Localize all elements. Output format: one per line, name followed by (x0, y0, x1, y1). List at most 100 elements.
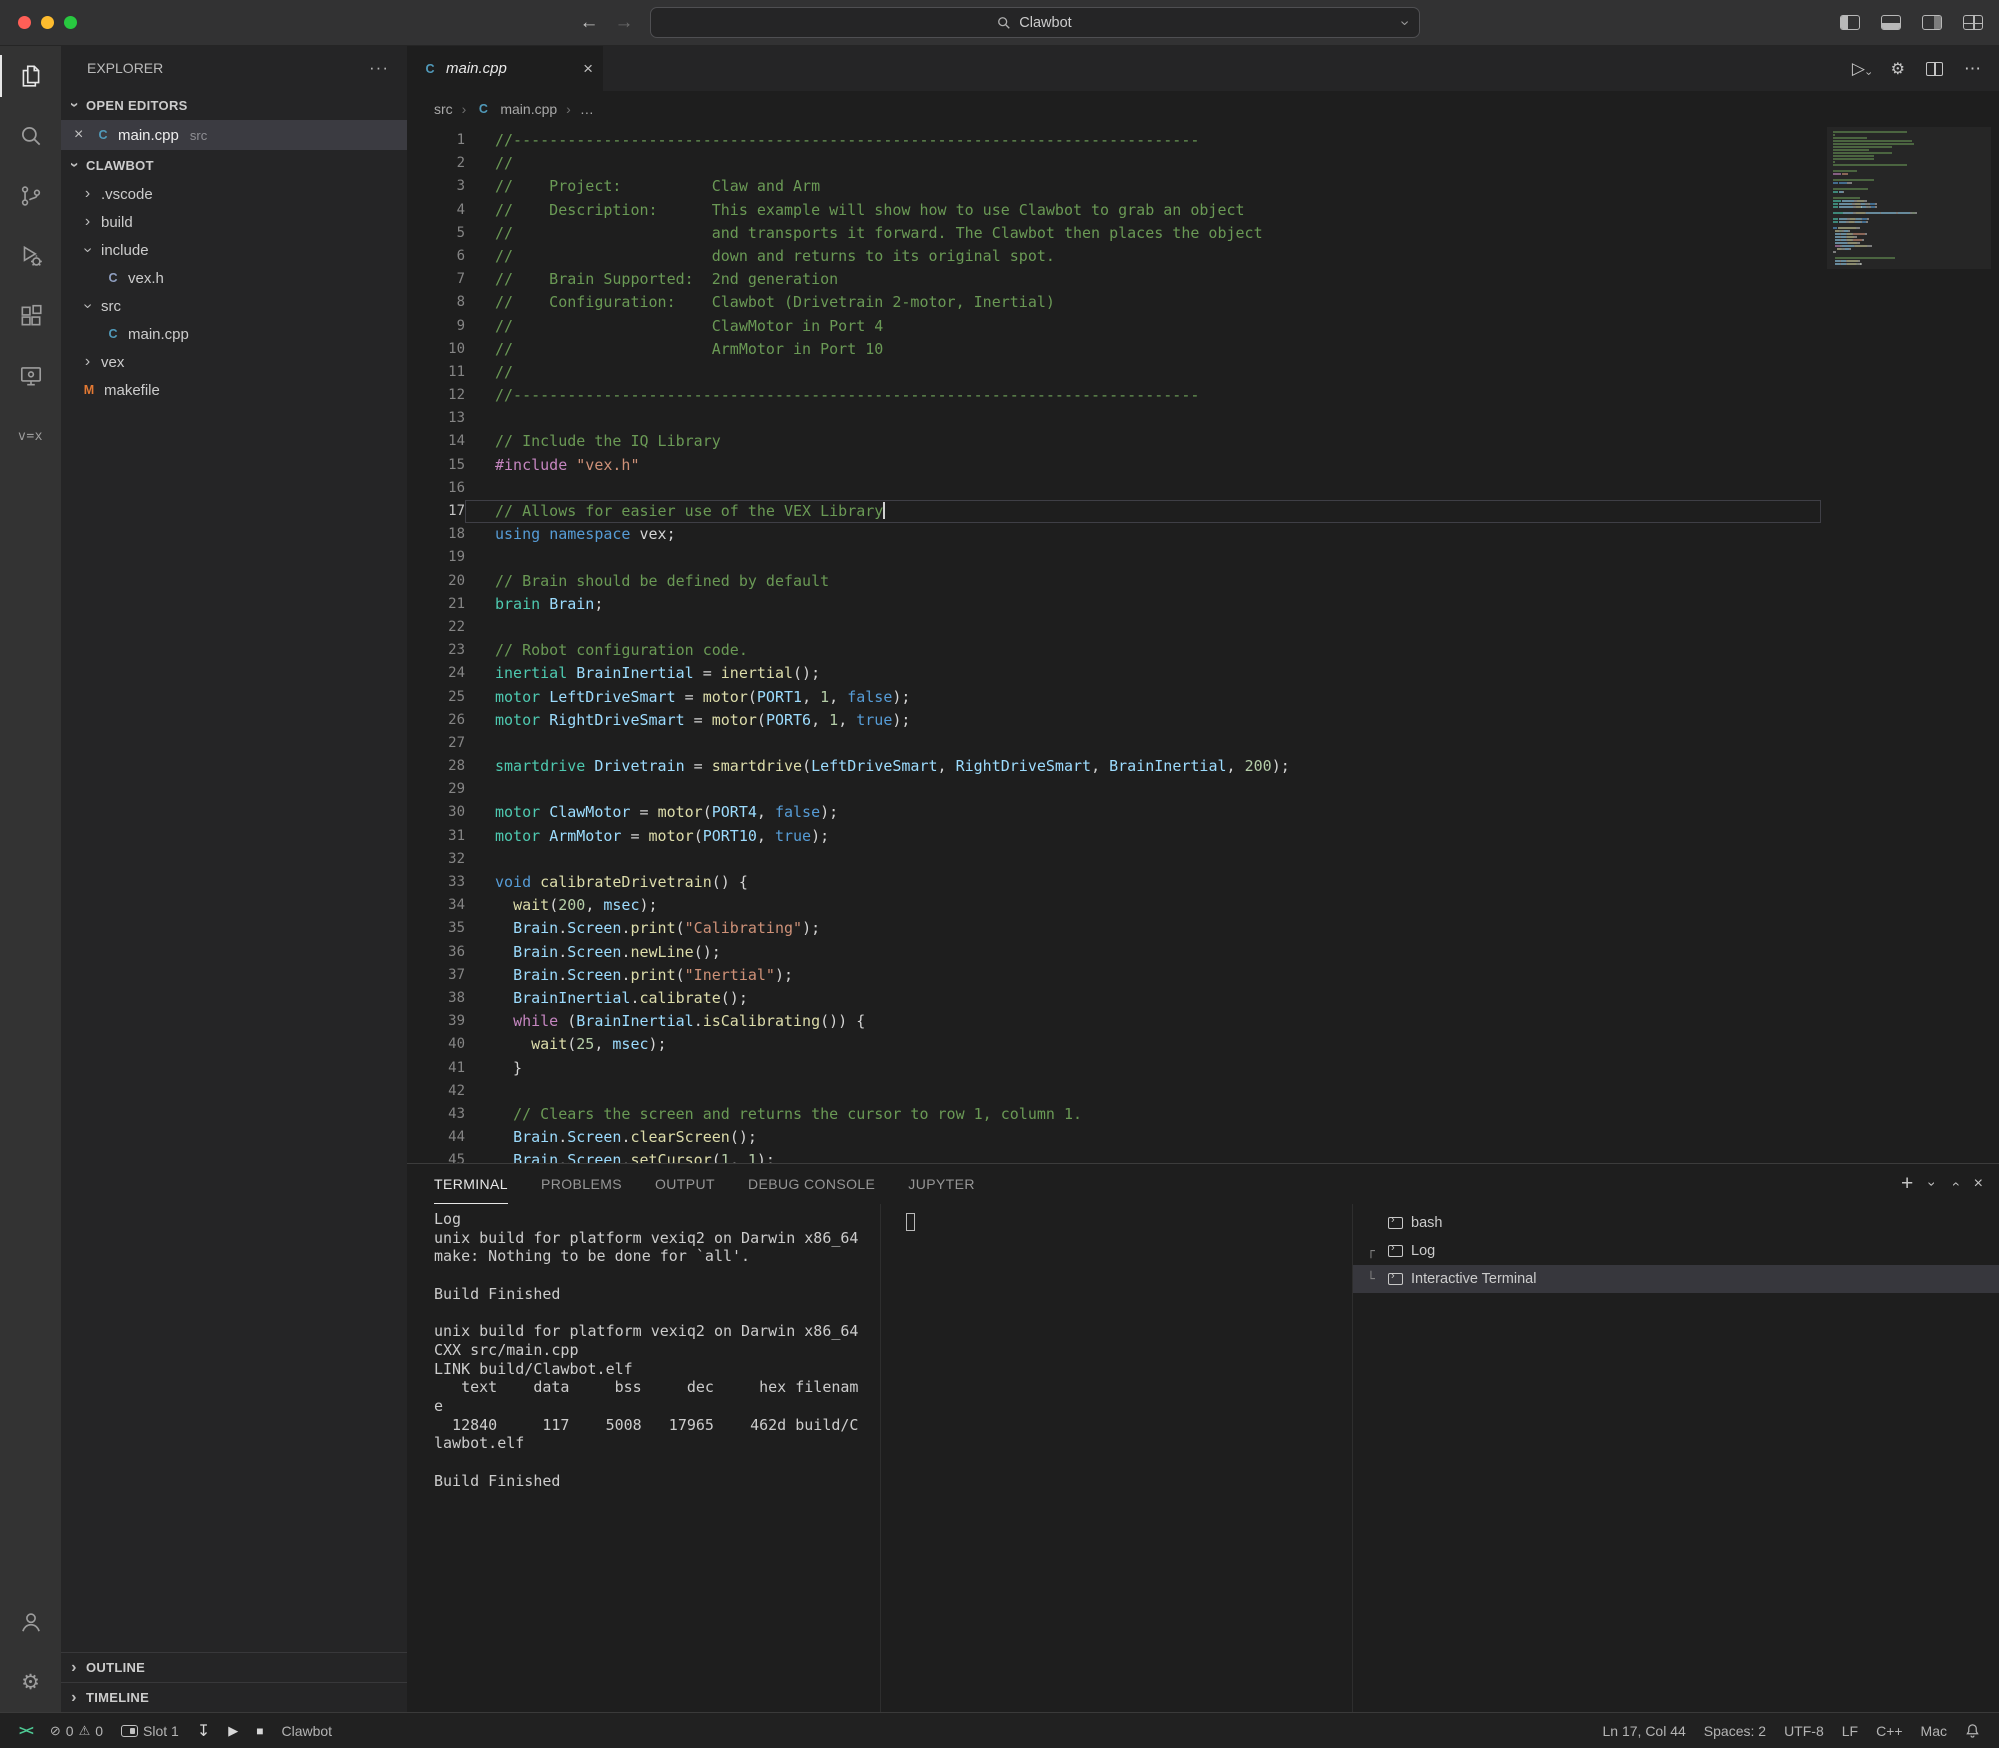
code-line[interactable]: 14// Include the IQ Library (407, 430, 1821, 453)
customize-layout-icon[interactable] (1963, 15, 1983, 30)
tree-item-vex[interactable]: › vex (61, 348, 407, 376)
code-line[interactable]: 5// and transports it forward. The Clawb… (407, 222, 1821, 245)
code-line[interactable]: 6// down and returns to its original spo… (407, 245, 1821, 268)
vex-play-button[interactable]: ▶ (219, 1713, 247, 1748)
tab-terminal[interactable]: TERMINAL (434, 1164, 508, 1204)
code-line[interactable]: 36 Brain.Screen.newLine(); (407, 941, 1821, 964)
forward-arrow-icon[interactable]: → (615, 12, 634, 34)
activity-explorer[interactable] (0, 46, 61, 106)
terminal-list-item-interactive-terminal[interactable]: └ Interactive Terminal (1353, 1265, 1999, 1293)
code-line[interactable]: 29 (407, 778, 1821, 801)
vex-download-button[interactable]: ↧ (188, 1713, 219, 1748)
code-line[interactable]: 41 } (407, 1057, 1821, 1080)
code-line[interactable]: 13 (407, 407, 1821, 430)
code-line[interactable]: 27 (407, 732, 1821, 755)
minimap[interactable] (1827, 127, 1991, 269)
activity-remote-explorer[interactable] (0, 346, 61, 406)
code-line[interactable]: 43 // Clears the screen and returns the … (407, 1103, 1821, 1126)
code-line[interactable]: 35 Brain.Screen.print("Calibrating"); (407, 917, 1821, 940)
tree-item-build[interactable]: › build (61, 208, 407, 236)
code-line[interactable]: 10// ArmMotor in Port 10 (407, 338, 1821, 361)
tree-item-include[interactable]: › include (61, 236, 407, 264)
activity-accounts[interactable] (0, 1592, 61, 1652)
terminal-list-item-bash[interactable]: bash (1353, 1209, 1999, 1237)
terminal-output[interactable]: Log unix build for platform vexiq2 on Dar… (407, 1204, 880, 1712)
timeline-section[interactable]: › TIMELINE (61, 1682, 407, 1712)
tab-main-cpp[interactable]: C main.cpp × (407, 46, 603, 91)
indentation[interactable]: Spaces: 2 (1695, 1713, 1775, 1748)
toggle-panel-icon[interactable] (1881, 15, 1901, 30)
code-line[interactable]: 38 BrainInertial.calibrate(); (407, 987, 1821, 1010)
tree-item-.vscode[interactable]: › .vscode (61, 180, 407, 208)
code-line[interactable]: 31 motor ArmMotor = motor(PORT10, true); (407, 825, 1821, 848)
chevron-down-icon[interactable]: › (1925, 1182, 1941, 1187)
tab-jupyter[interactable]: JUPYTER (908, 1164, 975, 1204)
tree-item-vex.h[interactable]: Cvex.h (61, 264, 407, 292)
code-line[interactable]: 21 brain Brain; (407, 593, 1821, 616)
open-editors-header[interactable]: › OPEN EDITORS (61, 90, 407, 120)
code-line[interactable]: 16 (407, 477, 1821, 500)
more-actions-icon[interactable]: ⋯ (1964, 59, 1981, 79)
code-line[interactable]: 15 #include "vex.h" (407, 454, 1821, 477)
code-line[interactable]: 30 motor ClawMotor = motor(PORT4, false); (407, 801, 1821, 824)
notifications-button[interactable] (1956, 1713, 1989, 1748)
code-line[interactable]: 12//------------------------------------… (407, 384, 1821, 407)
activity-settings[interactable]: ⚙ (0, 1652, 61, 1712)
code-line[interactable]: 4// Description: This example will show … (407, 199, 1821, 222)
workspace-header[interactable]: › CLAWBOT (61, 150, 407, 180)
code-line[interactable]: 23// Robot configuration code. (407, 639, 1821, 662)
code-line[interactable]: 28 smartdrive Drivetrain = smartdrive(Lef… (407, 755, 1821, 778)
close-icon[interactable]: × (583, 59, 593, 79)
code-line[interactable]: 26 motor RightDriveSmart = motor(PORT6, 1… (407, 709, 1821, 732)
run-file-button[interactable]: ▷ › (1852, 59, 1874, 79)
tab-output[interactable]: OUTPUT (655, 1164, 715, 1204)
more-actions-icon[interactable]: ··· (369, 58, 389, 78)
vex-stop-button[interactable]: ■ (247, 1713, 272, 1748)
breadcrumb-symbol[interactable]: … (580, 101, 594, 117)
code-line[interactable]: 33 void calibrateDrivetrain() { (407, 871, 1821, 894)
code-line[interactable]: 22 (407, 616, 1821, 639)
gear-icon[interactable]: ⚙ (1891, 59, 1905, 79)
eol-sequence[interactable]: LF (1833, 1713, 1867, 1748)
command-center[interactable]: Clawbot › (649, 7, 1420, 38)
split-editor-icon[interactable] (1926, 61, 1943, 76)
activity-search[interactable] (0, 106, 61, 166)
code-line[interactable]: 32 (407, 848, 1821, 871)
shell-indicator[interactable]: Mac (1912, 1713, 1956, 1748)
maximize-panel-icon[interactable]: › (1946, 1182, 1962, 1187)
code-line[interactable]: 37 Brain.Screen.print("Inertial"); (407, 964, 1821, 987)
activity-extensions[interactable] (0, 286, 61, 346)
breadcrumb-file[interactable]: main.cpp (500, 101, 557, 117)
code-editor[interactable]: 1//-------------------------------------… (407, 127, 1999, 1163)
vex-device-name[interactable]: Clawbot (272, 1713, 341, 1748)
code-line[interactable]: 18 using namespace vex; (407, 523, 1821, 546)
remote-indicator[interactable]: >< (10, 1713, 41, 1748)
code-line[interactable]: 45 Brain.Screen.setCursor(1, 1); (407, 1149, 1821, 1163)
tree-item-main.cpp[interactable]: Cmain.cpp (61, 320, 407, 348)
code-line[interactable]: 40 wait(25, msec); (407, 1033, 1821, 1056)
code-line[interactable]: 8// Configuration: Clawbot (Drivetrain 2… (407, 291, 1821, 314)
code-line[interactable]: 11// (407, 361, 1821, 384)
code-line[interactable]: 42 (407, 1080, 1821, 1103)
close-panel-icon[interactable]: × (1974, 1175, 1983, 1193)
toggle-secondary-sidebar-icon[interactable] (1922, 15, 1942, 30)
code-line[interactable]: 2// (407, 152, 1821, 175)
code-line[interactable]: 25 motor LeftDriveSmart = motor(PORT1, 1,… (407, 686, 1821, 709)
code-line[interactable]: 34 wait(200, msec); (407, 894, 1821, 917)
tree-item-makefile[interactable]: Mmakefile (61, 376, 407, 404)
outline-section[interactable]: › OUTLINE (61, 1652, 407, 1682)
activity-source-control[interactable] (0, 166, 61, 226)
cursor-position[interactable]: Ln 17, Col 44 (1594, 1713, 1695, 1748)
code-line[interactable]: 39 while (BrainInertial.isCalibrating())… (407, 1010, 1821, 1033)
terminal-list-item-log[interactable]: ┌ Log (1353, 1237, 1999, 1265)
code-line[interactable]: 24 inertial BrainInertial = inertial(); (407, 662, 1821, 685)
code-line[interactable]: 44 Brain.Screen.clearScreen(); (407, 1126, 1821, 1149)
tab-debug-console[interactable]: DEBUG CONSOLE (748, 1164, 875, 1204)
toggle-sidebar-icon[interactable] (1840, 15, 1860, 30)
new-terminal-icon[interactable]: + (1901, 1172, 1913, 1196)
code-line[interactable]: 7// Brain Supported: 2nd generation (407, 268, 1821, 291)
chevron-down-icon[interactable]: › (1397, 20, 1414, 25)
breadcrumb-src[interactable]: src (434, 101, 453, 117)
encoding[interactable]: UTF-8 (1775, 1713, 1833, 1748)
close-icon[interactable]: × (74, 126, 88, 144)
